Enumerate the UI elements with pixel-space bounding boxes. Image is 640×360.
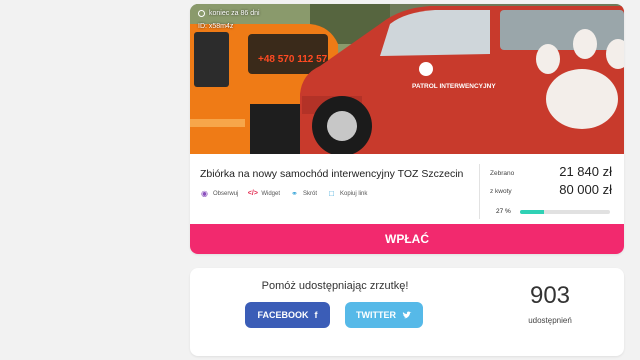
- patrol-text: PATROL INTERWENCYJNY: [412, 83, 496, 90]
- shortlink-action[interactable]: ⚭ Skrót: [290, 189, 317, 198]
- deadline-row: koniec za 86 dni: [198, 10, 260, 17]
- copy-icon: □: [329, 189, 334, 198]
- collected-label: Zebrano: [490, 170, 515, 177]
- twitter-icon: [402, 310, 412, 318]
- phone-number-text: +48 570 112 57: [258, 54, 328, 65]
- deadline-text: koniec za 86 dni: [209, 10, 260, 17]
- share-card: Pomóż udostępniając zrzutkę! FACEBOOK f …: [190, 268, 624, 356]
- collected-value: 21 840 zł: [559, 164, 612, 179]
- shortlink-label: Skrót: [303, 190, 318, 197]
- campaign-id-text: ID: x58m4z: [198, 23, 234, 30]
- twitter-share-button[interactable]: TWITTER: [345, 302, 423, 328]
- goal-value: 80 000 zł: [559, 182, 612, 197]
- widget-label: Widget: [261, 190, 281, 197]
- share-count: 903: [529, 282, 571, 309]
- copy-link-action[interactable]: □ Kopiuj link: [327, 189, 367, 198]
- twitter-label: TWITTER: [356, 310, 396, 320]
- campaign-meta: koniec za 86 dni ID: x58m4z: [198, 10, 260, 36]
- campaign-info: Zbiórka na nowy samochód interwencyjny T…: [190, 154, 624, 224]
- collected-row: Zebrano 21 840 zł: [490, 164, 614, 182]
- share-count-label: udostępnień: [528, 316, 572, 325]
- page: +48 570 112 57 PATROL INTERWENCYJNY koni…: [0, 0, 640, 360]
- facebook-label: FACEBOOK: [257, 310, 309, 320]
- goal-label: z kwoty: [490, 188, 512, 195]
- progress-row: 27 %: [490, 204, 614, 222]
- eye-icon: ◉: [201, 189, 208, 198]
- progress-bar: [520, 210, 610, 214]
- clock-icon: [198, 10, 205, 17]
- link-icon: ⚭: [291, 189, 298, 198]
- progress-percent: 27 %: [496, 208, 511, 215]
- campaign-photo: +48 570 112 57 PATROL INTERWENCYJNY koni…: [190, 4, 624, 154]
- campaign-stats: Zebrano 21 840 zł z kwoty 80 000 zł 27 %: [490, 164, 614, 222]
- copy-link-label: Kopiuj link: [340, 190, 368, 197]
- donate-button[interactable]: WPŁAĆ: [190, 224, 624, 254]
- progress-bar-fill: [520, 210, 545, 214]
- share-title: Pomóż udostępniając zrzutkę!: [261, 280, 409, 292]
- campaign-actions: ◉ Obserwuj </> Widget ⚭ Skrót □ Kopiuj l…: [200, 189, 367, 198]
- widget-action[interactable]: </> Widget: [248, 189, 280, 198]
- id-row: ID: x58m4z: [198, 23, 260, 30]
- watch-action[interactable]: ◉ Obserwuj: [200, 189, 238, 198]
- campaign-card: +48 570 112 57 PATROL INTERWENCYJNY koni…: [190, 4, 624, 254]
- goal-row: z kwoty 80 000 zł: [490, 182, 614, 200]
- watch-label: Obserwuj: [213, 190, 239, 197]
- code-icon: </>: [247, 190, 258, 197]
- facebook-share-button[interactable]: FACEBOOK f: [245, 302, 330, 328]
- stats-divider: [479, 164, 480, 219]
- campaign-title: Zbiórka na nowy samochód interwencyjny T…: [200, 168, 464, 180]
- facebook-icon: f: [314, 310, 318, 320]
